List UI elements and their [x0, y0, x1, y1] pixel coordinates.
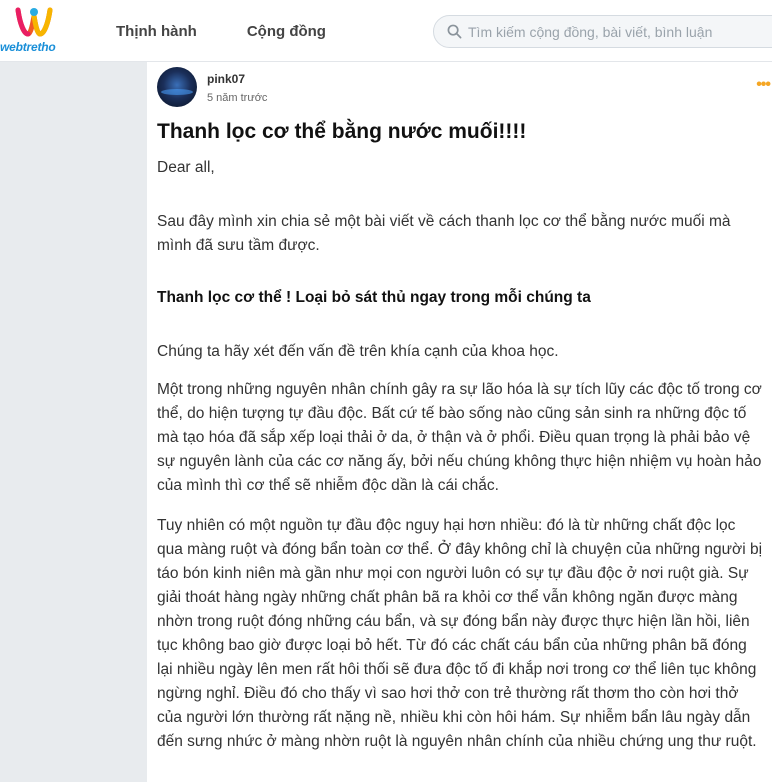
post-body: Dear all, Sau đây mình xin chia sẻ một b…: [157, 156, 762, 754]
search-input[interactable]: [468, 16, 768, 47]
site-logo[interactable]: webtretho: [0, 4, 64, 56]
left-gutter: [0, 62, 147, 782]
nav-community[interactable]: Cộng đồng: [247, 23, 326, 40]
nav-trending[interactable]: Thịnh hành: [116, 23, 197, 40]
more-options-icon[interactable]: •••: [756, 76, 771, 94]
search-box[interactable]: [433, 15, 772, 48]
main-nav: Thịnh hành Cộng đồng: [116, 23, 326, 40]
webtretho-logo-icon: [15, 7, 53, 37]
paragraph-greeting: Dear all,: [157, 159, 215, 176]
post-card: pink07 5 năm trước ••• Thanh lọc cơ thể …: [147, 62, 772, 782]
avatar[interactable]: [157, 67, 197, 107]
logo-text: webtretho: [0, 40, 56, 54]
search-icon: [447, 24, 462, 39]
author-name[interactable]: pink07: [207, 72, 245, 86]
paragraph-science: Chúng ta hãy xét đến vấn đề trên khía cạ…: [157, 343, 559, 360]
top-header: webtretho Thịnh hành Cộng đồng: [0, 0, 772, 62]
paragraph-intestine: Tuy nhiên có một nguồn tự đầu độc nguy h…: [157, 517, 763, 750]
post-time: 5 năm trước: [207, 92, 268, 104]
post-title: Thanh lọc cơ thể bằng nước muối!!!!: [157, 120, 527, 143]
post-subheading: Thanh lọc cơ thể ! Loại bỏ sát thủ ngay …: [157, 289, 591, 306]
paragraph-intro: Sau đây mình xin chia sẻ một bài viết về…: [157, 213, 731, 254]
paragraph-aging: Một trong những nguyên nhân chính gây ra…: [157, 381, 762, 494]
